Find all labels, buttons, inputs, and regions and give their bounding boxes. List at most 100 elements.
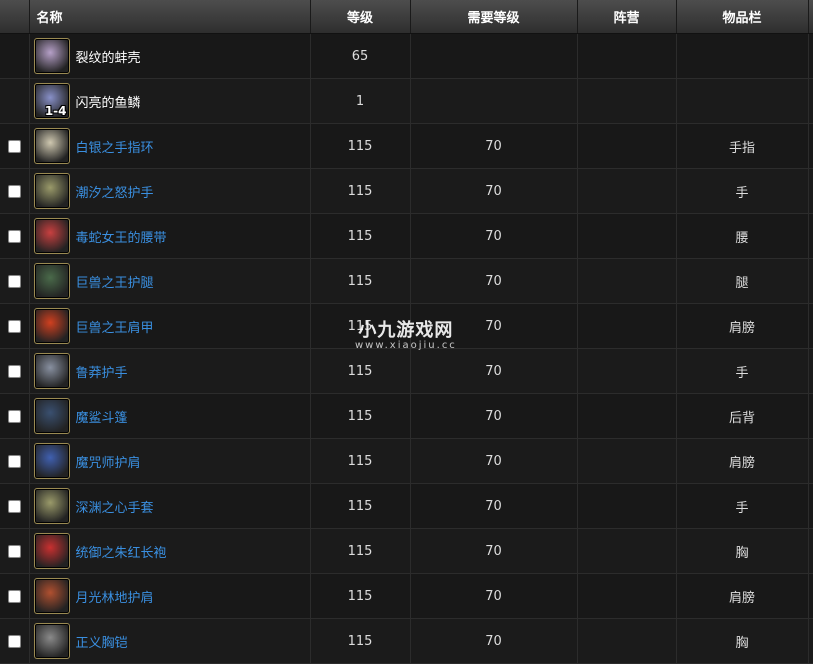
crimson-robe-icon[interactable] [33, 533, 70, 569]
serpent-queen-belt-icon[interactable] [33, 218, 70, 254]
table-row[interactable]: 1-4 闪亮的鱼鳞 1 [0, 78, 813, 124]
name-cell: 毒蛇女王的腰带 [29, 213, 311, 259]
select-cell[interactable] [0, 213, 30, 259]
name-cell: 鲁莽护手 [29, 348, 311, 394]
table-header-row: 名称 等级 需要等级 阵营 物品栏 [0, 0, 813, 34]
row-checkbox[interactable] [7, 229, 21, 243]
item-name[interactable]: 巨兽之王护腿 [76, 272, 154, 291]
tidal-fury-gauntlets-icon[interactable] [33, 173, 70, 209]
row-checkbox[interactable] [7, 589, 21, 603]
level-cell: 115 [310, 348, 411, 394]
item-name[interactable]: 白银之手指环 [76, 137, 154, 156]
row-checkbox[interactable] [7, 409, 21, 423]
select-cell[interactable] [0, 573, 30, 619]
header-req-level[interactable]: 需要等级 [410, 0, 578, 34]
item-name[interactable]: 毒蛇女王的腰带 [76, 227, 167, 246]
table-row[interactable]: 裂纹的蚌壳 65 [0, 33, 813, 79]
row-checkbox[interactable] [7, 364, 21, 378]
row-checkbox[interactable] [7, 544, 21, 558]
item-name[interactable]: 巨兽之王肩甲 [76, 317, 154, 336]
select-cell[interactable] [0, 438, 30, 484]
name-cell: 深渊之心手套 [29, 483, 311, 529]
faction-cell [577, 78, 677, 124]
faction-cell [577, 348, 677, 394]
table-row[interactable]: 魔咒师护肩 115 70 肩膀 [0, 438, 813, 484]
demon-shark-cloak-icon[interactable] [33, 398, 70, 434]
req-level-cell: 70 [410, 168, 578, 214]
item-quantity: 1-4 [44, 104, 67, 118]
table-row[interactable]: 深渊之心手套 115 70 手 [0, 483, 813, 529]
select-cell[interactable] [0, 348, 30, 394]
faction-cell [577, 618, 677, 664]
header-name[interactable]: 名称 [29, 0, 311, 34]
item-name[interactable]: 魔咒师护肩 [76, 452, 141, 471]
faction-cell [577, 168, 677, 214]
item-name[interactable]: 魔鲨斗篷 [76, 407, 128, 426]
item-name[interactable]: 鲁莽护手 [76, 362, 128, 381]
item-name[interactable]: 统御之朱红长袍 [76, 542, 167, 561]
select-cell[interactable] [0, 528, 30, 574]
req-level-cell: 70 [410, 348, 578, 394]
silver-hand-ring-icon[interactable] [33, 128, 70, 164]
beast-king-pauldrons-icon[interactable] [33, 308, 70, 344]
select-cell[interactable] [0, 618, 30, 664]
header-slot[interactable]: 物品栏 [676, 0, 809, 34]
table-row[interactable]: 白银之手指环 115 70 手指 [0, 123, 813, 169]
row-checkbox[interactable] [7, 454, 21, 468]
table-row[interactable]: 巨兽之王护腿 115 70 腿 [0, 258, 813, 304]
table-row[interactable]: 魔鲨斗篷 115 70 后背 [0, 393, 813, 439]
faction-cell [577, 393, 677, 439]
extra-cell [808, 33, 813, 79]
justice-breastplate-icon[interactable] [33, 623, 70, 659]
item-table: 名称 等级 需要等级 阵营 物品栏 裂纹的蚌壳 65 1-4 闪亮的鱼鳞 1 白银之手指环… [0, 0, 813, 664]
beast-king-legguards-icon[interactable] [33, 263, 70, 299]
select-cell[interactable] [0, 393, 30, 439]
name-cell: 魔鲨斗篷 [29, 393, 311, 439]
select-cell[interactable] [0, 303, 30, 349]
table-row[interactable]: 统御之朱红长袍 115 70 胸 [0, 528, 813, 574]
table-row[interactable]: 月光林地护肩 115 70 肩膀 [0, 573, 813, 619]
req-level-cell: 70 [410, 438, 578, 484]
select-cell[interactable] [0, 168, 30, 214]
table-row[interactable]: 毒蛇女王的腰带 115 70 腰 [0, 213, 813, 259]
row-checkbox[interactable] [7, 499, 21, 513]
item-name: 裂纹的蚌壳 [75, 50, 141, 66]
name-cell: 裂纹的蚌壳 [29, 33, 311, 79]
select-cell[interactable] [0, 123, 30, 169]
row-checkbox[interactable] [7, 274, 21, 288]
extra-cell [808, 438, 813, 484]
extra-cell [808, 528, 813, 574]
row-checkbox[interactable] [7, 634, 21, 648]
item-name[interactable]: 正义胸铠 [76, 632, 128, 651]
name-cell: 潮汐之怒护手 [29, 168, 311, 214]
req-level-cell: 70 [410, 483, 578, 529]
name-cell: 魔咒师护肩 [29, 438, 311, 484]
select-cell[interactable] [0, 483, 30, 529]
level-cell: 115 [310, 258, 411, 304]
faction-cell [577, 258, 677, 304]
moonglade-shoulders-icon[interactable] [33, 578, 70, 614]
faction-cell [577, 483, 677, 529]
select-cell[interactable] [0, 258, 30, 304]
select-cell [0, 78, 30, 124]
spellcaster-shoulders-icon[interactable] [33, 443, 70, 479]
table-row[interactable]: 正义胸铠 115 70 胸 [0, 618, 813, 664]
item-name[interactable]: 深渊之心手套 [76, 497, 154, 516]
req-level-cell: 70 [410, 303, 578, 349]
req-level-cell: 70 [410, 258, 578, 304]
table-row[interactable]: 潮汐之怒护手 115 70 手 [0, 168, 813, 214]
level-cell: 115 [310, 123, 411, 169]
item-name[interactable]: 潮汐之怒护手 [76, 182, 154, 201]
header-faction[interactable]: 阵营 [577, 0, 677, 34]
item-name[interactable]: 月光林地护肩 [76, 587, 154, 606]
reckless-gauntlets-icon[interactable] [33, 353, 70, 389]
table-row[interactable]: 鲁莽护手 115 70 手 [0, 348, 813, 394]
row-checkbox[interactable] [7, 139, 21, 153]
row-checkbox[interactable] [7, 184, 21, 198]
header-level[interactable]: 等级 [310, 0, 411, 34]
table-row[interactable]: 巨兽之王肩甲 115 70 肩膀 [0, 303, 813, 349]
slot-cell: 肩膀 [676, 303, 809, 349]
row-checkbox[interactable] [7, 319, 21, 333]
slot-cell [676, 78, 809, 124]
abyss-heart-gloves-icon[interactable] [33, 488, 70, 524]
